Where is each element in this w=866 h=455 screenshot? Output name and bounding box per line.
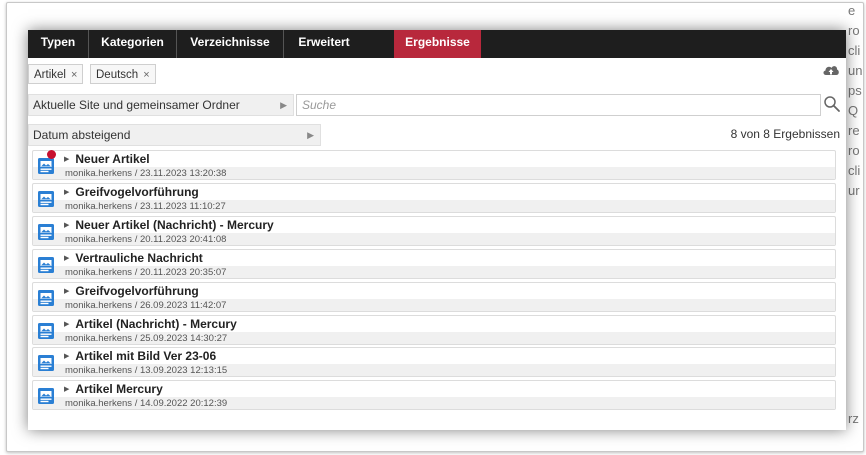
article-file-icon: [38, 158, 54, 174]
caret-right-icon: ▶: [307, 130, 314, 140]
background-text: re: [848, 123, 860, 138]
expand-caret-icon[interactable]: ▶: [64, 321, 69, 328]
expand-caret-icon[interactable]: ▶: [64, 288, 69, 295]
result-meta: monika.herkens / 26.09.2023 11:42:07: [65, 299, 227, 311]
search-icon[interactable]: [823, 95, 841, 113]
background-text: ro: [848, 23, 860, 38]
remove-filter-icon[interactable]: ×: [71, 69, 77, 81]
tab-verzeichnisse[interactable]: Verzeichnisse: [177, 30, 284, 58]
result-row[interactable]: ▶ Artikel Mercury monika.herkens / 14.09.2…: [32, 380, 836, 411]
result-title[interactable]: ▶ Artikel Mercury: [64, 382, 163, 396]
filter-chip-artikel: Artikel ×: [28, 64, 84, 84]
result-row[interactable]: ▶ Greifvogelvorführung monika.herkens / 26…: [32, 281, 836, 312]
article-file-icon: [38, 190, 54, 207]
result-title-text: Greifvogelvorführung: [75, 283, 199, 298]
expand-caret-icon[interactable]: ▶: [64, 222, 69, 229]
result-title-text: Artikel mit Bild Ver 23-06: [75, 349, 217, 364]
article-file-icon: [38, 322, 54, 339]
result-title[interactable]: ▶ Greifvogelvorführung: [64, 185, 199, 199]
article-file-icon: [38, 289, 54, 306]
result-title-text: Artikel Mercury: [75, 382, 163, 397]
result-title[interactable]: ▶ Neuer Artikel (Nachricht) - Mercury: [64, 218, 274, 232]
result-row[interactable]: ▶ Artikel (Nachricht) - Mercury monika.her…: [32, 314, 836, 345]
result-meta: monika.herkens / 23.11.2023 11:10:27: [65, 200, 226, 212]
result-row[interactable]: ▶ Neuer Artikel (Nachricht) - Mercury moni…: [32, 215, 836, 246]
result-count: 8 von 8 Ergebnissen: [730, 127, 840, 141]
background-text: ro: [848, 143, 860, 158]
result-row[interactable]: ▶ Artikel mit Bild Ver 23-06 monika.herken…: [32, 347, 836, 378]
background-text: ur: [848, 183, 860, 198]
article-file-icon: [38, 355, 54, 372]
result-meta: monika.herkens / 23.11.2023 13:20:38: [65, 168, 227, 179]
tab-ergebnisse[interactable]: Ergebnisse: [394, 30, 481, 58]
tab-typen[interactable]: Typen: [28, 30, 89, 58]
article-file-icon: [38, 223, 54, 240]
filter-chip-label: Deutsch: [96, 69, 139, 81]
article-file-icon: [38, 388, 54, 405]
filter-chip-deutsch: Deutsch ×: [90, 64, 156, 84]
result-meta: monika.herkens / 13.09.2023 12:13:15: [65, 365, 228, 377]
result-title-text: Neuer Artikel (Nachricht) - Mercury: [75, 217, 274, 232]
result-row[interactable]: ▶ Vertrauliche Nachricht monika.herkens / …: [32, 248, 836, 279]
background-text: e: [848, 3, 856, 18]
result-title-text: Neuer Artikel: [75, 152, 150, 166]
scope-select[interactable]: Aktuelle Site und gemeinsamer Ordner ▶: [28, 94, 294, 116]
expand-caret-icon[interactable]: ▶: [64, 189, 69, 196]
result-title[interactable]: ▶ Greifvogelvorführung: [64, 284, 199, 298]
expand-caret-icon[interactable]: ▶: [64, 255, 69, 262]
search-panel: Typen Kategorien Verzeichnisse Erweitert…: [28, 30, 846, 430]
filter-chip-label: Artikel: [34, 69, 66, 81]
tab-bar: Typen Kategorien Verzeichnisse Erweitert…: [28, 30, 846, 58]
tab-erweitert[interactable]: Erweitert: [284, 30, 364, 58]
background-text-column: e ro cli un ps Q re ro cli ur rz: [844, 0, 866, 455]
new-item-badge: [47, 150, 56, 159]
result-row[interactable]: ▶ Neuer Artikel monika.herkens / 23.11.202…: [32, 150, 836, 180]
expand-caret-icon[interactable]: ▶: [64, 386, 69, 393]
search-input[interactable]: Suche: [296, 94, 821, 116]
result-meta: monika.herkens / 20.11.2023 20:41:08: [65, 233, 227, 245]
result-meta: monika.herkens / 20.11.2023 20:35:07: [65, 266, 227, 278]
result-meta: monika.herkens / 25.09.2023 14:30:27: [65, 332, 228, 344]
article-file-icon: [38, 256, 54, 273]
result-title-text: Artikel (Nachricht) - Mercury: [75, 316, 237, 331]
result-title[interactable]: ▶ Artikel mit Bild Ver 23-06: [64, 349, 216, 363]
result-title[interactable]: ▶ Neuer Artikel: [64, 152, 150, 166]
sort-select[interactable]: Datum absteigend ▶: [28, 124, 321, 146]
result-meta: monika.herkens / 14.09.2022 20:12:39: [65, 398, 228, 410]
result-title-text: Greifvogelvorführung: [75, 184, 199, 199]
result-title-text: Vertrauliche Nachricht: [75, 250, 203, 265]
result-title[interactable]: ▶ Vertrauliche Nachricht: [64, 251, 203, 265]
tab-kategorien[interactable]: Kategorien: [89, 30, 177, 58]
background-text: cli: [848, 43, 861, 58]
background-text: Q: [848, 103, 859, 118]
background-text: cli: [848, 163, 861, 178]
expand-caret-icon[interactable]: ▶: [64, 156, 69, 163]
scope-select-value: Aktuelle Site und gemeinsamer Ordner: [33, 98, 240, 112]
expand-caret-icon[interactable]: ▶: [64, 353, 69, 360]
cloud-upload-icon[interactable]: [822, 63, 840, 77]
sort-select-value: Datum absteigend: [33, 128, 131, 142]
result-row[interactable]: ▶ Greifvogelvorführung monika.herkens / 23…: [32, 182, 836, 213]
background-text: rz: [848, 411, 859, 426]
remove-filter-icon[interactable]: ×: [143, 69, 149, 81]
background-text: un: [848, 63, 863, 78]
background-text: ps: [848, 83, 862, 98]
caret-right-icon: ▶: [280, 100, 287, 110]
result-title[interactable]: ▶ Artikel (Nachricht) - Mercury: [64, 317, 237, 331]
